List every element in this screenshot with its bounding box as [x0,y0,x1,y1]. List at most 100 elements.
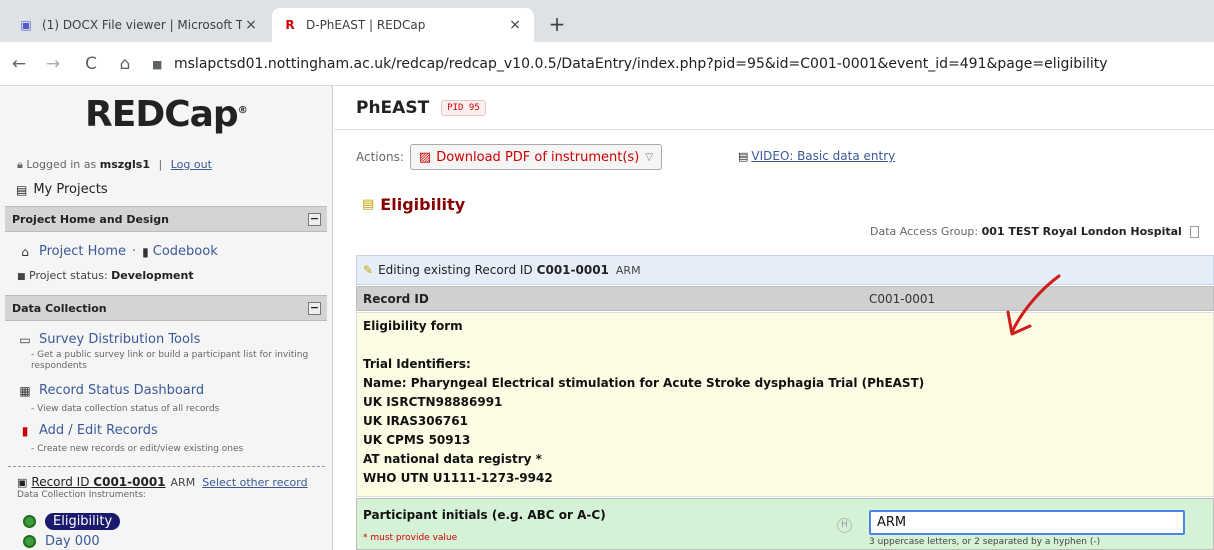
lock-icon: ■ [152,57,163,71]
logout-link[interactable]: Log out [171,158,212,171]
pencil-icon: ✎ [363,263,374,277]
logo-text: REDCap® [85,93,248,135]
sidebar-item-desc: - Get a public survey link or build a pa… [31,350,309,371]
sidebar-item-desc: - View data collection status of all rec… [31,404,220,414]
collapse-button[interactable]: − [308,302,321,315]
status-square-icon: ■ [17,272,26,282]
red-arrow-annotation [1006,274,1061,336]
required-note: * must provide value [363,533,458,543]
pdf-icon: ▨ [418,149,432,165]
section-project-home-design: Project Home and Design − [5,206,327,232]
record-id-row: Record ID C001-0001 [356,286,1214,311]
dot-separator: · [132,244,137,259]
collapse-button[interactable]: − [308,213,321,226]
tab-close-icon[interactable]: × [242,17,260,33]
desc-line: UK CPMS 50913 [363,433,471,447]
arrow-head [1006,310,1032,336]
edit-arm: ARM [615,263,641,277]
project-status: ■ Project status: Development [17,269,194,282]
instruments-label: Data Collection Instruments: [17,490,146,500]
survey-icon: ▭ [19,332,31,347]
sidebar-item-label: Add / Edit Records [39,423,158,438]
book-icon: ▮ [142,244,149,259]
sidebar-item-label: Record Status Dashboard [39,383,205,398]
status-label: Project status: [29,269,108,282]
sidebar-item-record-status-dashboard[interactable]: ▦ Record Status Dashboard [17,383,204,398]
instrument-label: Eligibility [45,513,121,530]
video-link-label: VIDEO: Basic data entry [751,149,896,163]
tab-close-icon[interactable]: × [506,17,524,33]
my-projects-link[interactable]: ▤ My Projects [16,182,108,197]
record-id-value: C001-0001 [869,292,936,306]
section-title: Project Home and Design [12,212,169,226]
desc-line: Eligibility form [363,319,463,333]
back-icon[interactable]: ← [8,53,30,75]
field-note: 3 uppercase letters, or 2 separated by a… [869,537,1101,547]
record-id: C001-0001 [93,475,166,489]
record-id-link[interactable]: Record ID C001-0001 [31,475,165,489]
data-access-group: Data Access Group: 001 TEST Royal London… [870,225,1200,238]
help-icon[interactable] [1190,226,1200,238]
my-projects-label: My Projects [33,182,108,197]
download-pdf-button[interactable]: ▨ Download PDF of instrument(s) ▽ [409,144,662,170]
instrument-eligibility[interactable]: Eligibility [23,513,121,530]
redcap-logo[interactable]: REDCap® [85,90,260,138]
field-label: Participant initials (e.g. ABC or A-C) [363,508,606,522]
chevron-down-icon: ▽ [645,151,653,163]
instrument-day-000[interactable]: Day 000 [23,534,100,549]
desc-line: AT national data registry * [363,452,542,466]
add-record-icon: ▮ [21,423,29,438]
browser-tab-redcap[interactable]: R D-PhEAST | REDCap × [272,8,534,42]
instrument-label: Day 000 [45,534,100,549]
edit-prefix: Editing existing Record ID [378,263,533,277]
project-home-row: ⌂ Project Home · ▮ Codebook [17,244,218,259]
grid-icon: ▦ [19,383,31,398]
status-dot-icon [23,515,36,528]
record-arm: ARM [170,475,196,489]
forward-icon[interactable]: → [42,53,64,75]
form-title-text: Eligibility [380,195,466,214]
section-title: Data Collection [12,301,107,315]
sidebar-item-add-edit-records[interactable]: ▮ Add / Edit Records [17,423,158,438]
new-tab-button[interactable]: + [546,14,568,34]
tab-title: (1) DOCX File viewer | Microsoft T [42,18,242,32]
redcap-icon: R [285,18,295,32]
form-icon: ▤ [362,197,375,212]
participant-initials-input[interactable]: ARM [869,510,1185,535]
browser-tab-docx[interactable]: ▣ (1) DOCX File viewer | Microsoft T × [8,8,270,42]
video-link[interactable]: ▤ VIDEO: Basic data entry [738,149,895,163]
status-dot-icon [23,535,36,548]
current-record-line: ▣ Record ID C001-0001 ARM Select other r… [17,475,308,489]
lock-icon: 🔒︎ [17,158,23,171]
arrow-shaft [1010,274,1061,334]
actions-label: Actions: [356,150,404,164]
home-icon[interactable]: ⌂ [114,53,136,75]
divider [8,466,325,467]
project-title: PhEAST [356,97,430,118]
login-prefix: Logged in as [26,158,97,171]
pid-badge: PID 95 [441,99,486,116]
desc-line: Trial Identifiers: [363,357,471,371]
reload-icon[interactable]: C [80,53,102,75]
edit-record-id: C001-0001 [536,263,609,277]
sidebar-item-survey-distribution[interactable]: ▭ Survey Distribution Tools [17,332,200,347]
eligibility-description: Eligibility form Trial Identifiers: Name… [356,312,1214,497]
codebook-link[interactable]: Codebook [153,244,218,259]
sidebar-item-desc: - Create new records or edit/view existi… [31,444,244,454]
logo-word: REDCap [85,93,239,135]
desc-line: UK ISRCTN98886991 [363,395,503,409]
login-line: 🔒︎ Logged in as mszgls1 | Log out [17,158,212,172]
participant-initials-row: Participant initials (e.g. ABC or A-C) *… [356,498,1214,550]
history-icon[interactable]: H [837,518,852,533]
select-other-record-link[interactable]: Select other record [202,476,307,489]
url-input[interactable]: ■ mslapctsd01.nottingham.ac.uk/redcap/re… [152,50,1214,78]
teams-icon: ▣ [20,18,32,32]
form-title: ▤ Eligibility [362,195,465,214]
tab-title: D-PhEAST | REDCap [306,18,426,32]
project-home-link[interactable]: Project Home [39,244,126,259]
login-sep: | [158,158,163,171]
browser-tabbar: ▣ (1) DOCX File viewer | Microsoft T × R… [0,0,1214,42]
dag-value: 001 TEST Royal London Hospital [981,225,1182,238]
list-icon: ▤ [16,182,28,197]
status-value: Development [111,269,194,282]
